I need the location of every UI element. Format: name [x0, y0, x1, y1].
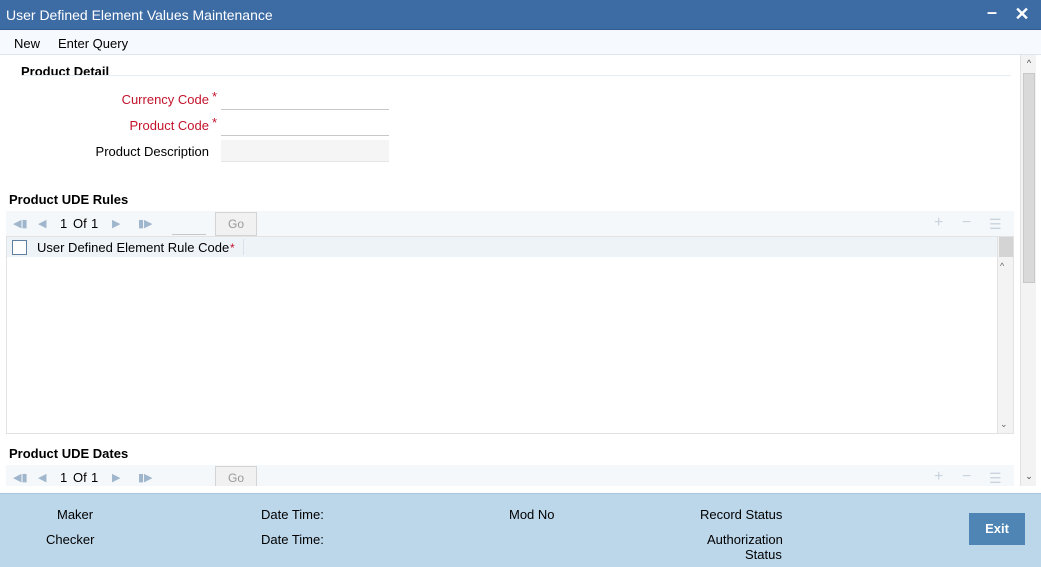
previous-page-icon[interactable]: ◀ — [38, 217, 46, 230]
scroll-down-icon[interactable]: ⌄ — [1000, 419, 1008, 430]
rule-code-column-header: User Defined Element Rule Code — [37, 240, 230, 255]
currency-code-input[interactable] — [221, 88, 389, 110]
authorization-label: Authorization — [707, 532, 783, 547]
ude-rules-pagination: ◀▮ ◀ 1 Of 1 ▶ ▮▶ Go + − ☰ — [6, 211, 1014, 237]
last-page-icon[interactable]: ▮▶ — [138, 217, 153, 230]
minimize-icon[interactable]: – — [982, 2, 1002, 22]
main-scrollbar[interactable]: ^ ⌄ — [1020, 55, 1036, 486]
window-titlebar: User Defined Element Values Maintenance … — [0, 0, 1041, 30]
scroll-up-icon[interactable]: ^ — [1023, 58, 1035, 70]
delete-row-icon[interactable]: − — [962, 214, 971, 232]
currency-code-label: Currency Code — [121, 92, 209, 107]
required-marker: * — [230, 241, 235, 255]
product-detail-heading: Product Detail — [21, 64, 110, 79]
current-page: 1 — [60, 470, 68, 485]
total-pages: 1 — [91, 470, 99, 485]
maker-date-time-label: Date Time: — [261, 507, 324, 522]
list-view-icon[interactable]: ☰ — [989, 470, 1002, 486]
section-divider — [21, 75, 1011, 76]
maker-label: Maker — [57, 507, 94, 522]
main-scroll-thumb[interactable] — [1023, 73, 1035, 283]
content-area: Product Detail Currency Code * Product C… — [0, 55, 1020, 486]
close-icon[interactable]: ✕ — [1012, 4, 1032, 24]
grid-header: User Defined Element Rule Code * — [7, 237, 997, 257]
product-code-label: Product Code — [129, 118, 210, 133]
add-row-icon[interactable]: + — [934, 214, 943, 232]
last-page-icon[interactable]: ▮▶ — [138, 471, 153, 484]
new-menu-item[interactable]: New — [14, 36, 40, 51]
product-description-label: Product Description — [95, 144, 209, 159]
enter-query-menu-item[interactable]: Enter Query — [58, 36, 128, 51]
audit-footer: Maker Checker Date Time: Date Time: Mod … — [0, 493, 1041, 567]
record-status-label: Record Status — [700, 507, 783, 522]
total-pages: 1 — [91, 216, 99, 231]
ude-dates-pagination: ◀▮ ◀ 1 Of 1 ▶ ▮▶ Go + − ☰ — [6, 465, 1014, 486]
of-label: Of — [73, 216, 87, 231]
next-page-icon[interactable]: ▶ — [112, 217, 120, 230]
product-description-input — [221, 140, 389, 162]
previous-page-icon[interactable]: ◀ — [38, 471, 46, 484]
checker-date-time-label: Date Time: — [261, 532, 324, 547]
of-label: Of — [73, 470, 87, 485]
go-button[interactable]: Go — [215, 466, 257, 486]
first-page-icon[interactable]: ◀▮ — [13, 471, 28, 484]
grid-scrollbar[interactable]: ^ ⌄ — [997, 237, 1013, 433]
column-divider — [243, 239, 244, 255]
grid-scroll-thumb[interactable] — [999, 237, 1013, 257]
product-code-input[interactable] — [221, 114, 389, 136]
scroll-down-icon[interactable]: ⌄ — [1023, 471, 1035, 483]
go-button[interactable]: Go — [215, 212, 257, 236]
required-marker: * — [212, 115, 218, 130]
exit-button[interactable]: Exit — [969, 513, 1025, 545]
required-marker: * — [212, 89, 218, 104]
next-page-icon[interactable]: ▶ — [112, 471, 120, 484]
authorization-status-label: Status — [745, 547, 782, 562]
mod-no-label: Mod No — [509, 507, 555, 522]
ude-rules-heading: Product UDE Rules — [9, 192, 129, 207]
select-all-checkbox[interactable] — [12, 240, 27, 255]
delete-row-icon[interactable]: − — [962, 468, 971, 486]
ude-rules-grid: User Defined Element Rule Code * ^ ⌄ — [6, 236, 1014, 434]
add-row-icon[interactable]: + — [934, 468, 943, 486]
menu-bar: New Enter Query — [0, 30, 1041, 55]
scroll-up-icon[interactable]: ^ — [1000, 261, 1004, 271]
first-page-icon[interactable]: ◀▮ — [13, 217, 28, 230]
page-number-input[interactable] — [172, 214, 206, 235]
current-page: 1 — [60, 216, 68, 231]
checker-label: Checker — [46, 532, 95, 547]
window-title: User Defined Element Values Maintenance — [6, 7, 273, 23]
list-view-icon[interactable]: ☰ — [989, 216, 1002, 233]
ude-dates-heading: Product UDE Dates — [9, 446, 129, 461]
